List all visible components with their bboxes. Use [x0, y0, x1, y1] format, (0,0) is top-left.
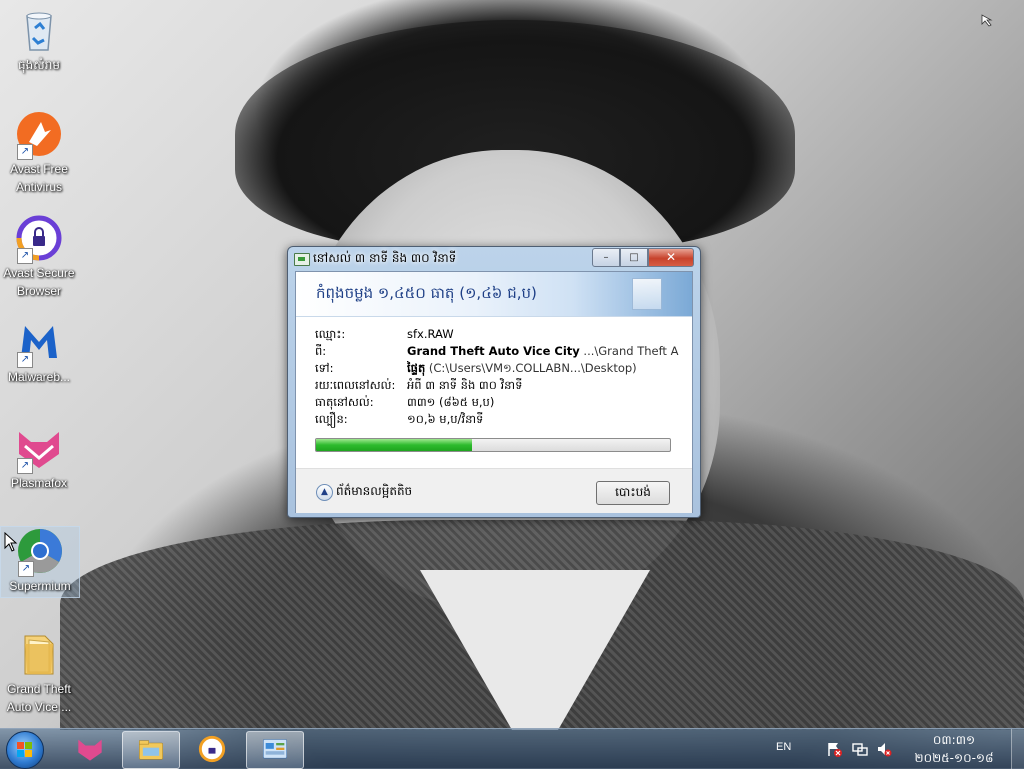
dialog-footer: ▲ ព័ត៌មានលម្អិតតិច បោះបង់	[296, 468, 692, 513]
desktop-icon-avast-browser[interactable]: ↗ Avast Secure Browser	[0, 214, 78, 300]
taskbar-control-panel[interactable]	[246, 731, 304, 769]
detail-row-name: ឈ្មោះ: sfx.RAW	[315, 326, 685, 343]
desktop-icon-label: ធុងសំរាម	[18, 58, 60, 72]
detail-row-items-remaining: ធាតុនៅសល់: ៣៣១ (៨៦៥ ម,ប)	[315, 394, 685, 411]
plasmafox-icon	[78, 739, 102, 761]
detail-value: ផ្ទៃតុ (C:\Users\VM១.COLLABN...\Desktop)	[407, 361, 679, 377]
avast-browser-icon: ↗	[15, 214, 63, 264]
shortcut-arrow-icon: ↗	[17, 144, 33, 160]
clock-time: ០៣:៣១	[932, 733, 976, 747]
cancel-button[interactable]: បោះបង់	[596, 481, 670, 505]
detail-value: sfx.RAW	[407, 327, 679, 341]
desktop-icon-recycle-bin[interactable]: ធុងសំរាម	[0, 6, 78, 74]
windows-logo-icon	[17, 742, 33, 758]
language-indicator[interactable]: EN	[776, 741, 791, 753]
show-desktop-button[interactable]	[1011, 729, 1024, 769]
volume-muted-icon[interactable]	[876, 741, 892, 757]
fewer-details-label: ព័ត៌មានលម្អិតតិច	[336, 484, 413, 498]
taskbar-file-explorer[interactable]	[122, 731, 180, 769]
file-explorer-icon	[139, 740, 163, 760]
taskbar-avast-browser[interactable]	[184, 731, 240, 767]
clock-date: ២០២៥-១០-១៨	[914, 751, 994, 765]
desktop-icon-label: Malwareb...	[7, 370, 71, 384]
desktop-icon-label: Avast Secure Browser	[3, 266, 75, 298]
copy-details: ឈ្មោះ: sfx.RAW ពី: Grand Theft Auto Vice…	[315, 326, 685, 428]
desktop-icon-gta-folder[interactable]: Grand Theft Auto Vice ...	[0, 630, 78, 716]
shortcut-arrow-icon: ↗	[18, 561, 34, 577]
dialog-content: កំពុងចម្លង ១,៤៥០ ធាតុ (១,៤៦ ជ,ប) ឈ្មោះ: …	[295, 271, 693, 513]
maximize-button[interactable]: □	[620, 248, 648, 267]
plasmafox-icon: ↗	[15, 424, 63, 474]
copy-window-icon	[294, 253, 310, 266]
folder-icon	[15, 630, 63, 678]
source-folder-link[interactable]: Grand Theft Auto Vice City	[407, 344, 580, 358]
detail-label: ល្បឿន:	[315, 412, 348, 426]
detail-row-time-remaining: រយៈពេលនៅសល់: អំពី ៣ នាទី និង ៣០ វិនាទី	[315, 377, 685, 394]
copy-status-heading: កំពុងចម្លង ១,៤៥០ ធាតុ (១,៤៦ ជ,ប)	[316, 284, 537, 302]
caption-buttons: – □ ✕	[592, 248, 694, 267]
progress-fill	[316, 439, 472, 451]
source-path: ...\Grand Theft Auto V	[583, 344, 679, 358]
detail-value: ៣៣១ (៨៦៥ ម,ប)	[407, 395, 495, 409]
desktop-icon-label: Plasmafox	[10, 476, 68, 490]
desktop-icon-label: Avast Free Antivirus	[10, 162, 68, 194]
recycle-bin-icon	[15, 6, 63, 54]
network-icon[interactable]	[852, 741, 868, 757]
taskbar: EN ០៣:៣១ ២០២៥-១០-១៨	[0, 728, 1024, 769]
shortcut-arrow-icon: ↗	[17, 458, 33, 474]
document-graphic-icon	[632, 278, 662, 310]
avast-browser-icon	[198, 735, 226, 763]
copy-progress-dialog: នៅសល់ ៣ នាទី និង ៣០ វិនាទី – □ ✕ កំពុងចម…	[287, 246, 701, 518]
desktop-icon-malwarebytes[interactable]: ↗ Malwareb...	[0, 318, 78, 386]
desktop-icon-plasmafox[interactable]: ↗ Plasmafox	[0, 424, 78, 492]
dialog-header: កំពុងចម្លង ១,៤៥០ ធាតុ (១,៤៦ ជ,ប)	[296, 272, 692, 317]
dialog-titlebar[interactable]: នៅសល់ ៣ នាទី និង ៣០ វិនាទី – □ ✕	[288, 247, 700, 269]
start-button[interactable]	[6, 731, 44, 769]
copy-progress-bar	[315, 438, 671, 452]
destination-path: (C:\Users\VM១.COLLABN...\Desktop)	[425, 361, 637, 375]
close-button[interactable]: ✕	[648, 248, 694, 267]
taskbar-plasmafox[interactable]	[62, 731, 118, 767]
chevron-up-icon: ▲	[316, 483, 333, 501]
fewer-details-button[interactable]: ▲ ព័ត៌មានលម្អិតតិច	[316, 483, 412, 501]
avast-antivirus-icon: ↗	[15, 110, 63, 160]
detail-label: ទៅ:	[315, 361, 334, 375]
detail-label: ធាតុនៅសល់:	[315, 395, 374, 409]
file-name: sfx.RAW	[407, 327, 454, 341]
detail-label: ឈ្មោះ:	[315, 327, 346, 341]
detail-row-to: ទៅ: ផ្ទៃតុ (C:\Users\VM១.COLLABN...\Desk…	[315, 360, 685, 377]
detail-row-speed: ល្បឿន: ១០,៦ ម,ប/វិនាទី	[315, 411, 685, 428]
desktop-icon-label: Supermium	[9, 579, 71, 593]
detail-label: ពី:	[315, 344, 327, 358]
detail-value: អំពី ៣ នាទី និង ៣០ វិនាទី	[407, 378, 523, 392]
flag-icon[interactable]	[826, 741, 842, 757]
detail-label: រយៈពេលនៅសល់:	[315, 378, 396, 392]
malwarebytes-icon: ↗	[15, 318, 63, 368]
desktop-icon-label: Grand Theft Auto Vice ...	[6, 682, 72, 714]
detail-value: Grand Theft Auto Vice City ...\Grand The…	[407, 344, 679, 358]
shortcut-arrow-icon: ↗	[17, 352, 33, 368]
dialog-title: នៅសល់ ៣ នាទី និង ៣០ វិនាទី	[313, 251, 457, 265]
detail-value: ១០,៦ ម,ប/វិនាទី	[407, 412, 484, 426]
system-clock[interactable]: ០៣:៣១ ២០២៥-១០-១៨	[904, 731, 1004, 767]
shortcut-arrow-icon: ↗	[17, 248, 33, 264]
control-panel-icon	[263, 739, 287, 759]
minimize-button[interactable]: –	[592, 248, 620, 267]
detail-row-from: ពី: Grand Theft Auto Vice City ...\Grand…	[315, 343, 685, 360]
corner-arrow-icon	[981, 14, 993, 27]
mouse-cursor-icon	[4, 532, 18, 552]
supermium-icon: ↗	[16, 527, 64, 577]
destination-folder-link[interactable]: ផ្ទៃតុ	[407, 361, 425, 375]
desktop-icon-avast-antivirus[interactable]: ↗ Avast Free Antivirus	[0, 110, 78, 196]
